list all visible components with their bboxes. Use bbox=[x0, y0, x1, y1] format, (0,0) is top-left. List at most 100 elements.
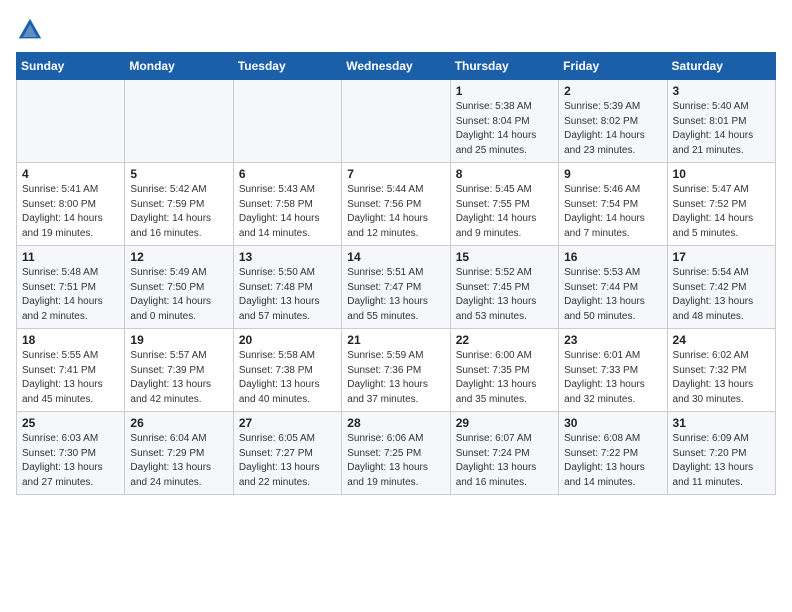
day-number: 30 bbox=[564, 416, 661, 430]
day-cell: 15Sunrise: 5:52 AM Sunset: 7:45 PM Dayli… bbox=[450, 246, 558, 329]
day-info: Sunrise: 5:42 AM Sunset: 7:59 PM Dayligh… bbox=[130, 183, 227, 241]
day-cell: 22 Sunrise: 6:00 AM Sunset: 7:35 PM Dayli… bbox=[450, 329, 558, 412]
day-cell: 14Sunrise: 5:51 AM Sunset: 7:47 PM Dayli… bbox=[342, 246, 450, 329]
day-cell: 24 Sunrise: 6:02 AM Sunset: 7:32 PM Dayli… bbox=[667, 329, 775, 412]
day-info: Sunrise: 6:02 AM Sunset: 7:32 PM Dayligh… bbox=[673, 349, 770, 407]
day-cell: 29 Sunrise: 6:07 AM Sunset: 7:24 PM Dayli… bbox=[450, 412, 558, 495]
day-info: Sunrise: 6:07 AM Sunset: 7:24 PM Dayligh… bbox=[456, 432, 553, 490]
day-info: Sunrise: 5:55 AM Sunset: 7:41 PM Dayligh… bbox=[22, 349, 119, 407]
header-wednesday: Wednesday bbox=[342, 53, 450, 80]
day-number: 5 bbox=[130, 167, 227, 181]
day-info: Sunrise: 5:57 AM Sunset: 7:39 PM Dayligh… bbox=[130, 349, 227, 407]
day-cell: 5 Sunrise: 5:42 AM Sunset: 7:59 PM Daylig… bbox=[125, 163, 233, 246]
day-cell: 20Sunrise: 5:58 AM Sunset: 7:38 PM Dayli… bbox=[233, 329, 341, 412]
day-number: 3 bbox=[673, 84, 770, 98]
day-number: 6 bbox=[239, 167, 336, 181]
day-cell: 23Sunrise: 6:01 AM Sunset: 7:33 PM Dayli… bbox=[559, 329, 667, 412]
day-info: Sunrise: 5:43 AM Sunset: 7:58 PM Dayligh… bbox=[239, 183, 336, 241]
day-info: Sunrise: 5:38 AM Sunset: 8:04 PM Dayligh… bbox=[456, 100, 553, 158]
day-cell: 2 Sunrise: 5:39 AM Sunset: 8:02 PM Daylig… bbox=[559, 80, 667, 163]
day-info: Sunrise: 5:44 AM Sunset: 7:56 PM Dayligh… bbox=[347, 183, 444, 241]
day-number: 12 bbox=[130, 250, 227, 264]
week-row-5: 25 Sunrise: 6:03 AM Sunset: 7:30 PM Dayli… bbox=[17, 412, 776, 495]
calendar-header-row: SundayMondayTuesdayWednesdayThursdayFrid… bbox=[17, 53, 776, 80]
header-tuesday: Tuesday bbox=[233, 53, 341, 80]
header-friday: Friday bbox=[559, 53, 667, 80]
day-number: 17 bbox=[673, 250, 770, 264]
day-cell: 17 Sunrise: 5:54 AM Sunset: 7:42 PM Dayli… bbox=[667, 246, 775, 329]
day-number: 4 bbox=[22, 167, 119, 181]
day-info: Sunrise: 5:50 AM Sunset: 7:48 PM Dayligh… bbox=[239, 266, 336, 324]
day-number: 1 bbox=[456, 84, 553, 98]
day-info: Sunrise: 6:08 AM Sunset: 7:22 PM Dayligh… bbox=[564, 432, 661, 490]
week-row-4: 18 Sunrise: 5:55 AM Sunset: 7:41 PM Dayli… bbox=[17, 329, 776, 412]
week-row-1: 1 Sunrise: 5:38 AM Sunset: 8:04 PM Daylig… bbox=[17, 80, 776, 163]
day-cell bbox=[342, 80, 450, 163]
day-info: Sunrise: 6:06 AM Sunset: 7:25 PM Dayligh… bbox=[347, 432, 444, 490]
day-number: 20 bbox=[239, 333, 336, 347]
day-number: 22 bbox=[456, 333, 553, 347]
day-info: Sunrise: 5:51 AM Sunset: 7:47 PM Dayligh… bbox=[347, 266, 444, 324]
day-cell: 28 Sunrise: 6:06 AM Sunset: 7:25 PM Dayli… bbox=[342, 412, 450, 495]
day-number: 21 bbox=[347, 333, 444, 347]
day-info: Sunrise: 5:49 AM Sunset: 7:50 PM Dayligh… bbox=[130, 266, 227, 324]
week-row-3: 11 Sunrise: 5:48 AM Sunset: 7:51 PM Dayli… bbox=[17, 246, 776, 329]
day-cell: 26 Sunrise: 6:04 AM Sunset: 7:29 PM Dayli… bbox=[125, 412, 233, 495]
day-info: Sunrise: 5:39 AM Sunset: 8:02 PM Dayligh… bbox=[564, 100, 661, 158]
day-number: 18 bbox=[22, 333, 119, 347]
day-cell: 7 Sunrise: 5:44 AM Sunset: 7:56 PM Daylig… bbox=[342, 163, 450, 246]
day-info: Sunrise: 5:48 AM Sunset: 7:51 PM Dayligh… bbox=[22, 266, 119, 324]
day-info: Sunrise: 5:46 AM Sunset: 7:54 PM Dayligh… bbox=[564, 183, 661, 241]
day-cell bbox=[17, 80, 125, 163]
day-number: 26 bbox=[130, 416, 227, 430]
day-cell: 1 Sunrise: 5:38 AM Sunset: 8:04 PM Daylig… bbox=[450, 80, 558, 163]
calendar: SundayMondayTuesdayWednesdayThursdayFrid… bbox=[16, 52, 776, 495]
day-number: 11 bbox=[22, 250, 119, 264]
day-cell: 11 Sunrise: 5:48 AM Sunset: 7:51 PM Dayli… bbox=[17, 246, 125, 329]
day-number: 7 bbox=[347, 167, 444, 181]
day-number: 28 bbox=[347, 416, 444, 430]
day-cell: 21 Sunrise: 5:59 AM Sunset: 7:36 PM Dayli… bbox=[342, 329, 450, 412]
day-cell: 18 Sunrise: 5:55 AM Sunset: 7:41 PM Dayli… bbox=[17, 329, 125, 412]
day-cell: 27Sunrise: 6:05 AM Sunset: 7:27 PM Dayli… bbox=[233, 412, 341, 495]
header-saturday: Saturday bbox=[667, 53, 775, 80]
day-number: 25 bbox=[22, 416, 119, 430]
day-info: Sunrise: 6:00 AM Sunset: 7:35 PM Dayligh… bbox=[456, 349, 553, 407]
day-info: Sunrise: 5:41 AM Sunset: 8:00 PM Dayligh… bbox=[22, 183, 119, 241]
header-monday: Monday bbox=[125, 53, 233, 80]
day-info: Sunrise: 5:54 AM Sunset: 7:42 PM Dayligh… bbox=[673, 266, 770, 324]
header-thursday: Thursday bbox=[450, 53, 558, 80]
day-cell: 31 Sunrise: 6:09 AM Sunset: 7:20 PM Dayli… bbox=[667, 412, 775, 495]
day-info: Sunrise: 6:09 AM Sunset: 7:20 PM Dayligh… bbox=[673, 432, 770, 490]
day-info: Sunrise: 5:40 AM Sunset: 8:01 PM Dayligh… bbox=[673, 100, 770, 158]
day-cell: 13 Sunrise: 5:50 AM Sunset: 7:48 PM Dayli… bbox=[233, 246, 341, 329]
header-sunday: Sunday bbox=[17, 53, 125, 80]
day-info: Sunrise: 6:03 AM Sunset: 7:30 PM Dayligh… bbox=[22, 432, 119, 490]
day-info: Sunrise: 5:59 AM Sunset: 7:36 PM Dayligh… bbox=[347, 349, 444, 407]
day-number: 31 bbox=[673, 416, 770, 430]
day-info: Sunrise: 5:52 AM Sunset: 7:45 PM Dayligh… bbox=[456, 266, 553, 324]
day-number: 16 bbox=[564, 250, 661, 264]
logo-icon bbox=[16, 16, 44, 44]
day-number: 27 bbox=[239, 416, 336, 430]
day-cell: 3 Sunrise: 5:40 AM Sunset: 8:01 PM Daylig… bbox=[667, 80, 775, 163]
day-cell: 19 Sunrise: 5:57 AM Sunset: 7:39 PM Dayli… bbox=[125, 329, 233, 412]
day-cell: 10Sunrise: 5:47 AM Sunset: 7:52 PM Dayli… bbox=[667, 163, 775, 246]
day-number: 24 bbox=[673, 333, 770, 347]
day-cell: 25 Sunrise: 6:03 AM Sunset: 7:30 PM Dayli… bbox=[17, 412, 125, 495]
day-info: Sunrise: 5:53 AM Sunset: 7:44 PM Dayligh… bbox=[564, 266, 661, 324]
day-number: 29 bbox=[456, 416, 553, 430]
day-cell: 8Sunrise: 5:45 AM Sunset: 7:55 PM Daylig… bbox=[450, 163, 558, 246]
day-cell bbox=[233, 80, 341, 163]
day-number: 2 bbox=[564, 84, 661, 98]
day-number: 13 bbox=[239, 250, 336, 264]
day-info: Sunrise: 6:01 AM Sunset: 7:33 PM Dayligh… bbox=[564, 349, 661, 407]
day-cell: 9Sunrise: 5:46 AM Sunset: 7:54 PM Daylig… bbox=[559, 163, 667, 246]
day-info: Sunrise: 6:04 AM Sunset: 7:29 PM Dayligh… bbox=[130, 432, 227, 490]
day-info: Sunrise: 5:47 AM Sunset: 7:52 PM Dayligh… bbox=[673, 183, 770, 241]
logo bbox=[16, 16, 48, 44]
day-cell: 12 Sunrise: 5:49 AM Sunset: 7:50 PM Dayli… bbox=[125, 246, 233, 329]
page-header bbox=[16, 16, 776, 44]
day-number: 8 bbox=[456, 167, 553, 181]
day-number: 19 bbox=[130, 333, 227, 347]
